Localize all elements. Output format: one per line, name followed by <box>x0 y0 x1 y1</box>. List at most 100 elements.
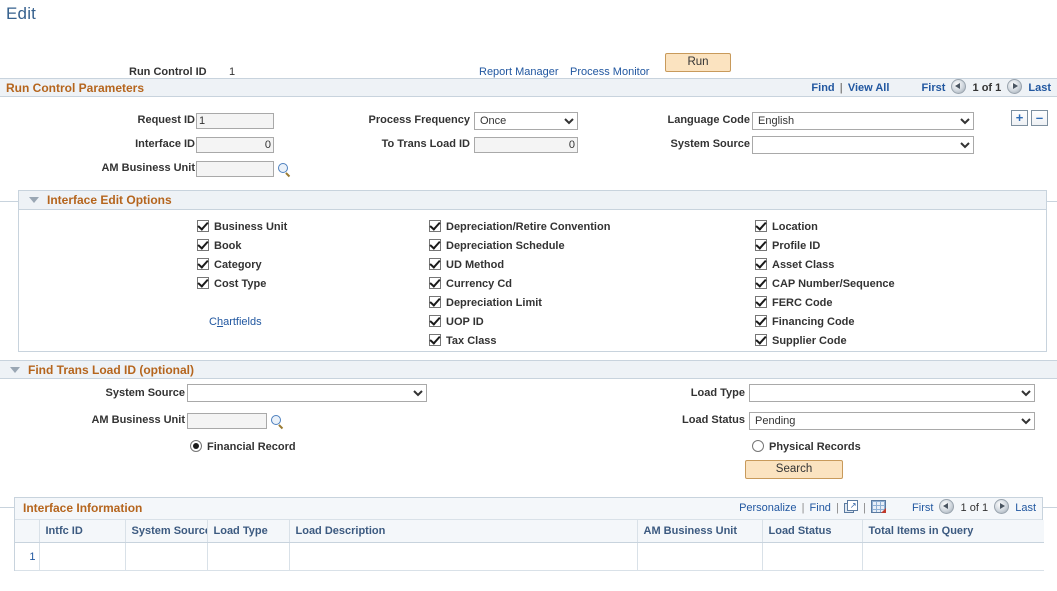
ftl-system-source-select[interactable] <box>187 384 427 402</box>
edit-option-row[interactable]: Asset Class <box>755 256 895 275</box>
view-all-link[interactable]: View All <box>848 82 890 94</box>
table-row[interactable]: 1 <box>15 543 1044 571</box>
cell-load-status[interactable] <box>762 543 862 571</box>
edit-option-label: FERC Code <box>772 297 833 309</box>
grid-next-page-icon[interactable] <box>994 499 1009 514</box>
collapse-arrow-icon[interactable] <box>10 367 20 373</box>
edit-option-checkbox[interactable] <box>429 220 441 232</box>
process-monitor-link[interactable]: Process Monitor <box>570 66 649 78</box>
edit-option-checkbox[interactable] <box>429 315 441 327</box>
edit-option-checkbox[interactable] <box>197 220 209 232</box>
edit-option-row[interactable]: Supplier Code <box>755 332 895 351</box>
run-control-header: Run Control ID 1 Language English Report… <box>0 28 1057 78</box>
interface-edit-options-header: Interface Edit Options <box>19 191 1046 210</box>
grid-previous-page-icon[interactable] <box>939 499 954 514</box>
cell-load-type[interactable] <box>207 543 289 571</box>
ftl-am-business-unit-lookup-icon[interactable] <box>270 415 284 429</box>
edit-options-column-2: Depreciation/Retire ConventionDepreciati… <box>429 218 610 351</box>
edit-option-checkbox[interactable] <box>197 239 209 251</box>
edit-option-checkbox[interactable] <box>755 315 767 327</box>
edit-option-checkbox[interactable] <box>429 258 441 270</box>
personalize-link[interactable]: Personalize <box>739 502 796 514</box>
edit-option-checkbox[interactable] <box>429 239 441 251</box>
last-link[interactable]: Last <box>1028 82 1051 94</box>
edit-option-checkbox[interactable] <box>755 220 767 232</box>
delete-row-button[interactable]: – <box>1031 110 1048 126</box>
physical-records-radio-group[interactable]: Physical Records <box>752 440 861 453</box>
financial-record-radio[interactable] <box>190 440 202 452</box>
edit-option-checkbox[interactable] <box>197 277 209 289</box>
cell-intfc-id[interactable] <box>39 543 125 571</box>
grid-find-link[interactable]: Find <box>810 502 831 514</box>
edit-option-row[interactable]: Depreciation Schedule <box>429 237 610 256</box>
request-id-input[interactable] <box>196 113 274 129</box>
collapse-arrow-icon[interactable] <box>29 197 39 203</box>
edit-option-checkbox[interactable] <box>755 258 767 270</box>
edit-option-checkbox[interactable] <box>755 239 767 251</box>
download-spreadsheet-icon[interactable] <box>871 500 886 513</box>
edit-option-row[interactable]: Book <box>197 237 287 256</box>
next-page-icon[interactable] <box>1007 79 1022 94</box>
search-button[interactable]: Search <box>745 460 843 479</box>
edit-option-row[interactable]: UD Method <box>429 256 610 275</box>
edit-option-row[interactable]: UOP ID <box>429 313 610 332</box>
chartfields-link[interactable]: Chartfields <box>209 316 262 328</box>
first-link[interactable]: First <box>922 82 946 94</box>
edit-option-row[interactable]: Category <box>197 256 287 275</box>
interface-id-label: Interface ID <box>88 138 195 150</box>
edit-option-row[interactable]: Tax Class <box>429 332 610 351</box>
physical-records-radio[interactable] <box>752 440 764 452</box>
edit-option-row[interactable]: FERC Code <box>755 294 895 313</box>
column-header-total-items-in-query: Total Items in Query <box>862 520 1044 543</box>
financial-record-radio-group[interactable]: Financial Record <box>190 440 296 453</box>
cell-am-business-unit[interactable] <box>637 543 762 571</box>
ftl-am-business-unit-input[interactable] <box>187 413 267 429</box>
edit-option-checkbox[interactable] <box>755 277 767 289</box>
load-type-label: Load Type <box>620 387 745 399</box>
edit-option-row[interactable]: Cost Type <box>197 275 287 294</box>
separator: | <box>861 502 868 514</box>
am-business-unit-label: AM Business Unit <box>68 162 195 174</box>
financial-record-label: Financial Record <box>207 441 296 453</box>
edit-option-row[interactable]: CAP Number/Sequence <box>755 275 895 294</box>
find-link[interactable]: Find <box>811 82 834 94</box>
run-button[interactable]: Run <box>665 53 731 72</box>
edit-option-checkbox[interactable] <box>197 258 209 270</box>
cell-system-source[interactable] <box>125 543 207 571</box>
load-type-select[interactable] <box>749 384 1035 402</box>
system-source-select[interactable] <box>752 136 974 154</box>
language-code-select[interactable]: English <box>752 112 974 130</box>
edit-option-checkbox[interactable] <box>429 334 441 346</box>
to-trans-load-id-input[interactable] <box>474 137 578 153</box>
edit-option-checkbox[interactable] <box>755 296 767 308</box>
am-business-unit-input[interactable] <box>196 161 274 177</box>
edit-option-row[interactable]: Business Unit <box>197 218 287 237</box>
edit-option-row[interactable]: Depreciation Limit <box>429 294 610 313</box>
physical-records-label: Physical Records <box>769 441 861 453</box>
cell-total-items-in-query[interactable] <box>862 543 1044 571</box>
load-status-select[interactable]: Pending <box>749 412 1035 430</box>
expand-icon[interactable]: ↗ <box>844 500 858 513</box>
am-business-unit-lookup-icon[interactable] <box>277 163 291 177</box>
edit-option-checkbox[interactable] <box>429 296 441 308</box>
grid-row-counter: 1 of 1 <box>961 502 989 514</box>
column-header-load-type: Load Type <box>207 520 289 543</box>
process-frequency-select[interactable]: Once <box>474 112 578 130</box>
grid-first-link[interactable]: First <box>912 502 933 514</box>
edit-option-checkbox[interactable] <box>755 334 767 346</box>
edit-option-row[interactable]: Financing Code <box>755 313 895 332</box>
edit-option-row[interactable]: Profile ID <box>755 237 895 256</box>
cell-load-description[interactable] <box>289 543 637 571</box>
edit-option-row[interactable]: Location <box>755 218 895 237</box>
add-row-button[interactable]: + <box>1011 110 1028 126</box>
report-manager-link[interactable]: Report Manager <box>479 66 559 78</box>
interface-id-input[interactable] <box>196 137 274 153</box>
previous-page-icon[interactable] <box>951 79 966 94</box>
edit-option-row[interactable]: Currency Cd <box>429 275 610 294</box>
grid-last-link[interactable]: Last <box>1015 502 1036 514</box>
edit-option-row[interactable]: Depreciation/Retire Convention <box>429 218 610 237</box>
edit-option-checkbox[interactable] <box>429 277 441 289</box>
column-header-load-status: Load Status <box>762 520 862 543</box>
edit-option-label: UOP ID <box>446 316 484 328</box>
table-header-row: Intfc ID System Source Load Type Load De… <box>15 520 1044 543</box>
